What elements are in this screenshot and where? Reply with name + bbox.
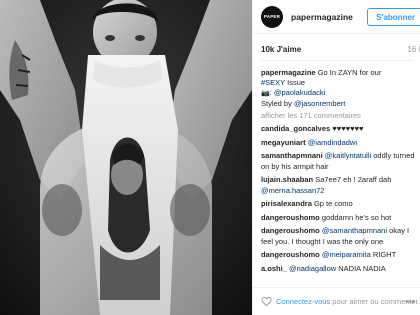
comment-text: Gp te como — [313, 199, 353, 208]
more-options-icon[interactable]: ••• — [406, 297, 415, 307]
post-timestamp[interactable]: 16 h — [407, 45, 420, 54]
comment-item: candida_goncalves ♥♥♥♥♥♥♥ — [261, 124, 419, 135]
login-prompt: Connectez-vous pour aimer ou commenter. — [276, 297, 420, 306]
caption-text: Go In ZAYN for our — [317, 68, 382, 77]
stats-row: 10k J'aime 16 h — [261, 45, 420, 54]
comment-item: samanthapmnani @kaitlyntatulli oddly tur… — [261, 151, 419, 172]
zayn-bw-photo — [0, 0, 252, 315]
comment-item: pirisalexandra Gp te como — [261, 199, 419, 210]
comment-username[interactable]: candida_goncalves — [261, 124, 330, 133]
post-caption: papermagazine Go In ZAYN for our #SEXY I… — [261, 68, 382, 108]
comment-mention[interactable]: @iamdindadwi — [308, 138, 357, 147]
comment-text: NADIA NADIA — [338, 263, 386, 273]
comment-username[interactable]: samanthapmnani — [261, 151, 323, 160]
comment-username[interactable]: a.oshi_ — [261, 264, 287, 273]
load-more-comments[interactable]: afficher les 171 commentaires — [261, 111, 361, 120]
post-footer: Connectez-vous pour aimer ou commenter. … — [253, 287, 420, 315]
comments-list: candida_goncalves ♥♥♥♥♥♥♥ megayuniart @i… — [261, 124, 419, 277]
stylist-mention[interactable]: @jasonrembert — [294, 99, 345, 108]
comment-item: megayuniart @iamdindadwi — [261, 138, 419, 149]
styled-by-label: Styled by — [261, 99, 292, 108]
post-header: PAPER papermagazine S'abonner — [253, 0, 420, 34]
login-link[interactable]: Connectez-vous — [276, 297, 330, 306]
follow-button[interactable]: S'abonner — [367, 8, 420, 26]
comment-text: RIGHT — [372, 250, 397, 259]
photographer-mention[interactable]: @paolakudacki — [274, 88, 325, 97]
comment-username[interactable]: lujain.shaaban — [261, 175, 313, 184]
caption-text-2: Issue — [287, 78, 306, 87]
comment-username[interactable]: pirisalexandra — [261, 199, 312, 208]
comment-mention[interactable]: @nadiagallow — [289, 264, 336, 273]
comment-item: a.oshi_ @nadiagallow NADIA NADIA — [261, 264, 419, 275]
comment-mention[interactable]: @samanthapmnani — [322, 226, 387, 235]
likes-count[interactable]: 10k J'aime — [261, 45, 301, 54]
post-photo[interactable] — [0, 0, 252, 315]
comment-item: dangeroushomo @samanthapmnani okay I fee… — [261, 226, 419, 247]
comment-username[interactable]: dangeroushomo — [261, 250, 320, 259]
avatar[interactable]: PAPER — [261, 5, 283, 28]
comment-item: dangeroushomo goddamn he's so hot — [261, 213, 419, 224]
header-username[interactable]: papermagazine — [291, 12, 353, 22]
comment-username[interactable]: dangeroushomo — [261, 213, 320, 222]
comment-username[interactable]: dangeroushomo — [261, 226, 320, 235]
comment-mention[interactable]: @merna.hassan72 — [261, 186, 324, 195]
camera-icon: 📷 — [261, 90, 270, 97]
post-sidebar: PAPER papermagazine S'abonner 10k J'aime… — [252, 0, 420, 315]
comment-mention[interactable]: @meiparamita — [322, 250, 371, 259]
caption-username[interactable]: papermagazine — [261, 68, 316, 77]
comment-text: Sa7ee7 eh ! 2araff dah — [315, 175, 392, 184]
comment-mention[interactable]: @kaitlyntatulli — [325, 151, 371, 160]
comment-text: goddamn he's so hot — [321, 212, 392, 222]
comment-username[interactable]: megayuniart — [261, 138, 306, 147]
heart-icon[interactable] — [261, 296, 272, 307]
caption-hashtag[interactable]: #SEXY — [261, 78, 285, 87]
comment-text: ♥♥♥♥♥♥♥ — [332, 124, 364, 133]
divider — [261, 60, 413, 61]
comment-item: dangeroushomo @meiparamita RIGHT — [261, 250, 419, 261]
comment-item: lujain.shaaban Sa7ee7 eh ! 2araff dah @m… — [261, 175, 419, 196]
